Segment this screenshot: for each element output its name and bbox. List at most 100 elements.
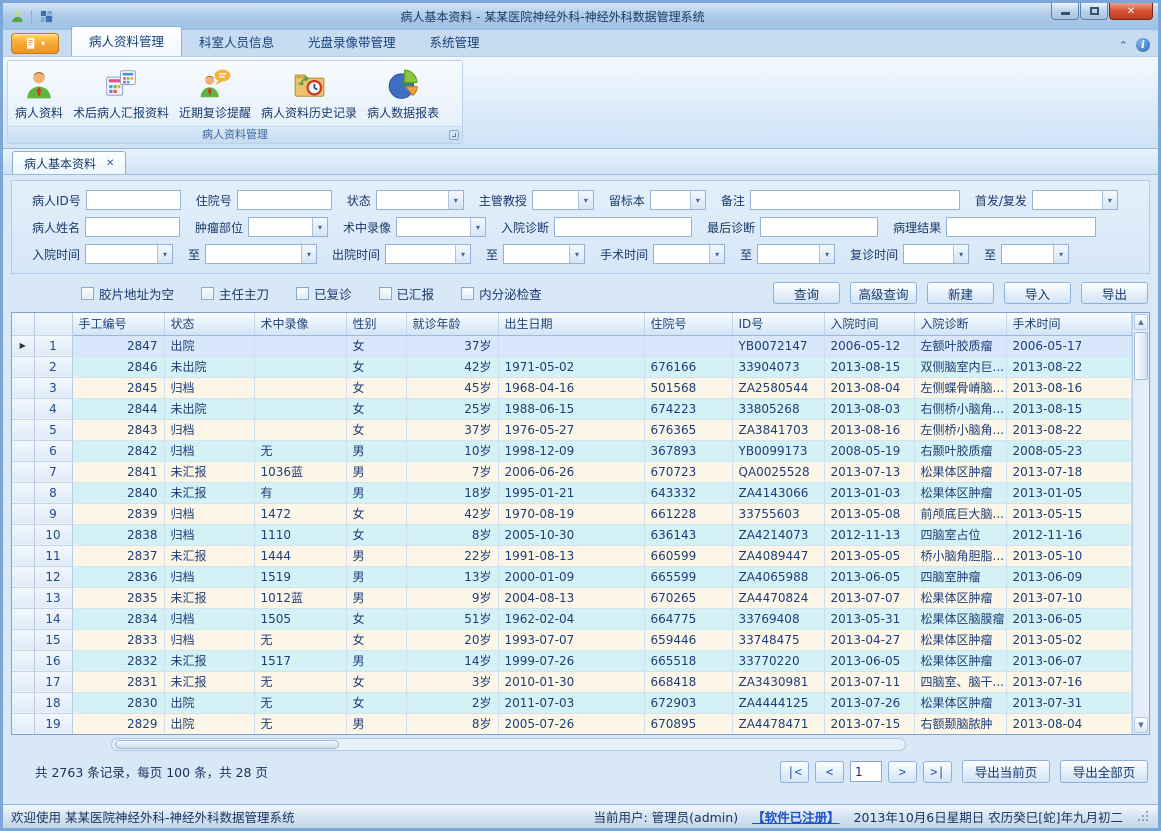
column-header[interactable]: 状态 — [164, 313, 254, 335]
table-row[interactable]: 42844未出院女25岁1988-06-15674223338052682013… — [12, 398, 1132, 419]
ribbon-tab-1[interactable]: 病人资料管理 — [71, 26, 182, 56]
page-input[interactable] — [850, 761, 882, 782]
filter-input[interactable] — [237, 190, 332, 210]
prev-page-button[interactable]: < — [815, 761, 844, 783]
window-layout-icon[interactable] — [37, 8, 55, 26]
filter-select[interactable]: ▾ — [376, 190, 464, 210]
ribbon-button[interactable]: 术后病人汇报资料 — [68, 65, 174, 123]
grid-cell: 归档 — [164, 566, 254, 587]
next-page-button[interactable]: > — [888, 761, 917, 783]
ribbon-button[interactable]: 病人资料 — [10, 65, 68, 123]
query-button[interactable]: 查询 — [773, 282, 840, 304]
filter-select[interactable]: ▾ — [85, 244, 173, 264]
filter-select[interactable]: ▾ — [385, 244, 471, 264]
table-row[interactable]: 62842归档无男10岁1998-12-09367893YB0099173200… — [12, 440, 1132, 461]
table-row[interactable]: 82840未汇报有男18岁1995-01-21643332ZA414306620… — [12, 482, 1132, 503]
filter-select[interactable]: ▾ — [1032, 190, 1118, 210]
license-status-link[interactable]: 【软件已注册】 — [752, 807, 840, 826]
close-button[interactable]: ✕ — [1109, 3, 1153, 20]
filter-select[interactable]: ▾ — [503, 244, 585, 264]
tab-close-icon[interactable]: ✕ — [106, 158, 114, 169]
column-header[interactable]: ID号 — [732, 313, 824, 335]
column-header[interactable]: 手术时间 — [1006, 313, 1132, 335]
table-row[interactable]: 122836归档1519男13岁2000-01-09665599ZA406598… — [12, 566, 1132, 587]
ribbon-button[interactable]: 病人数据报表 — [362, 65, 444, 123]
table-row[interactable]: 72841未汇报1036蓝男7岁2006-06-26670723QA002552… — [12, 461, 1132, 482]
table-row[interactable]: 112837未汇报1444男22岁1991-08-13660599ZA40894… — [12, 545, 1132, 566]
advanced-query-button[interactable]: 高级查询 — [850, 282, 917, 304]
column-header[interactable]: 住院号 — [644, 313, 732, 335]
table-row[interactable]: 152833归档无女20岁1993-07-0765944633748475201… — [12, 629, 1132, 650]
group-expander-icon[interactable] — [449, 130, 459, 140]
collapse-ribbon-icon[interactable]: ⌃ — [1119, 39, 1128, 52]
filter-input[interactable] — [760, 217, 878, 237]
vertical-scrollbar[interactable]: ▲ ▼ — [1132, 313, 1149, 734]
import-button[interactable]: 导入 — [1004, 282, 1071, 304]
table-row[interactable]: 172831未汇报无女3岁2010-01-30668418ZA343098120… — [12, 671, 1132, 692]
grid-cell: 未汇报 — [164, 482, 254, 503]
column-header[interactable]: 出生日期 — [498, 313, 644, 335]
maximize-button[interactable] — [1080, 3, 1108, 20]
filter-checkbox[interactable]: 已汇报 — [379, 284, 435, 303]
filter-checkbox[interactable]: 已复诊 — [296, 284, 352, 303]
filter-select[interactable]: ▾ — [532, 190, 594, 210]
ribbon-button[interactable]: 近期复诊提醒 — [174, 65, 256, 123]
filter-select[interactable]: ▾ — [205, 244, 317, 264]
column-header[interactable]: 入院时间 — [824, 313, 914, 335]
column-header[interactable]: 就诊年龄 — [406, 313, 498, 335]
filter-select[interactable]: ▾ — [903, 244, 969, 264]
filter-input[interactable] — [554, 217, 692, 237]
horizontal-scroll-thumb[interactable] — [115, 740, 339, 749]
column-header[interactable]: 术中录像 — [254, 313, 346, 335]
help-info-icon[interactable]: i — [1136, 38, 1150, 52]
table-row[interactable]: 102838归档1110女8岁2005-10-30636143ZA4214073… — [12, 524, 1132, 545]
table-row[interactable]: 22846未出院女42岁1971-05-02676166339040732013… — [12, 356, 1132, 377]
export-current-page-button[interactable]: 导出当前页 — [962, 760, 1050, 783]
filter-select[interactable]: ▾ — [1001, 244, 1069, 264]
scroll-thumb[interactable] — [1134, 332, 1148, 380]
filter-checkbox[interactable]: 内分泌检查 — [461, 284, 542, 303]
filter-input[interactable] — [946, 217, 1096, 237]
export-button[interactable]: 导出 — [1081, 282, 1148, 304]
document-tab[interactable]: 病人基本资料 ✕ — [12, 151, 126, 174]
last-page-button[interactable]: >| — [923, 761, 952, 783]
row-indicator-cell — [12, 419, 34, 440]
table-row[interactable]: ▶12847出院女37岁YB00721472006-05-12左额叶胶质瘤200… — [12, 335, 1132, 356]
minimize-button[interactable] — [1051, 3, 1079, 20]
table-row[interactable]: 162832未汇报1517男14岁1999-07-266655183377022… — [12, 650, 1132, 671]
horizontal-scrollbar[interactable] — [111, 738, 906, 751]
table-row[interactable]: 132835未汇报1012蓝男9岁2004-08-13670265ZA44708… — [12, 587, 1132, 608]
filter-input[interactable] — [750, 190, 960, 210]
table-row[interactable]: 92839归档1472女42岁1970-08-19661228337556032… — [12, 503, 1132, 524]
filter-select[interactable]: ▾ — [248, 217, 328, 237]
filter-select[interactable]: ▾ — [653, 244, 725, 264]
filter-checkbox[interactable]: 主任主刀 — [201, 284, 269, 303]
column-header[interactable]: 性别 — [346, 313, 406, 335]
column-header[interactable]: 手工编号 — [72, 313, 164, 335]
filter-input[interactable] — [85, 217, 180, 237]
scroll-down-icon[interactable]: ▼ — [1134, 717, 1148, 733]
grid-cell: 670723 — [644, 461, 732, 482]
ribbon-tab-2[interactable]: 科室人员信息 — [182, 28, 291, 56]
filter-select[interactable]: ▾ — [757, 244, 835, 264]
resize-grip[interactable] — [1137, 810, 1150, 823]
filter-select[interactable]: ▾ — [396, 217, 486, 237]
table-row[interactable]: 32845归档女45岁1968-04-16501568ZA25805442013… — [12, 377, 1132, 398]
table-row[interactable]: 52843归档女37岁1976-05-27676365ZA38417032013… — [12, 419, 1132, 440]
table-row[interactable]: 182830出院无女2岁2011-07-03672903ZA4444125201… — [12, 692, 1132, 713]
grid-cell: 男 — [346, 545, 406, 566]
table-row[interactable]: 142834归档1505女51岁1962-02-0466477533769408… — [12, 608, 1132, 629]
filter-select[interactable]: ▾ — [650, 190, 706, 210]
column-header[interactable]: 入院诊断 — [914, 313, 1006, 335]
ribbon-tab-3[interactable]: 光盘录像带管理 — [291, 28, 413, 56]
create-button[interactable]: 新建 — [927, 282, 994, 304]
table-row[interactable]: 192829出院无男8岁2005-07-26670895ZA4478471201… — [12, 713, 1132, 734]
first-page-button[interactable]: |< — [780, 761, 809, 783]
app-menu-button[interactable]: ▾ — [11, 33, 59, 54]
export-all-pages-button[interactable]: 导出全部页 — [1060, 760, 1148, 783]
filter-input[interactable] — [86, 190, 181, 210]
scroll-up-icon[interactable]: ▲ — [1134, 314, 1148, 330]
filter-checkbox[interactable]: 胶片地址为空 — [81, 284, 174, 303]
ribbon-button[interactable]: 病人资料历史记录 — [256, 65, 362, 123]
ribbon-tab-4[interactable]: 系统管理 — [413, 28, 497, 56]
